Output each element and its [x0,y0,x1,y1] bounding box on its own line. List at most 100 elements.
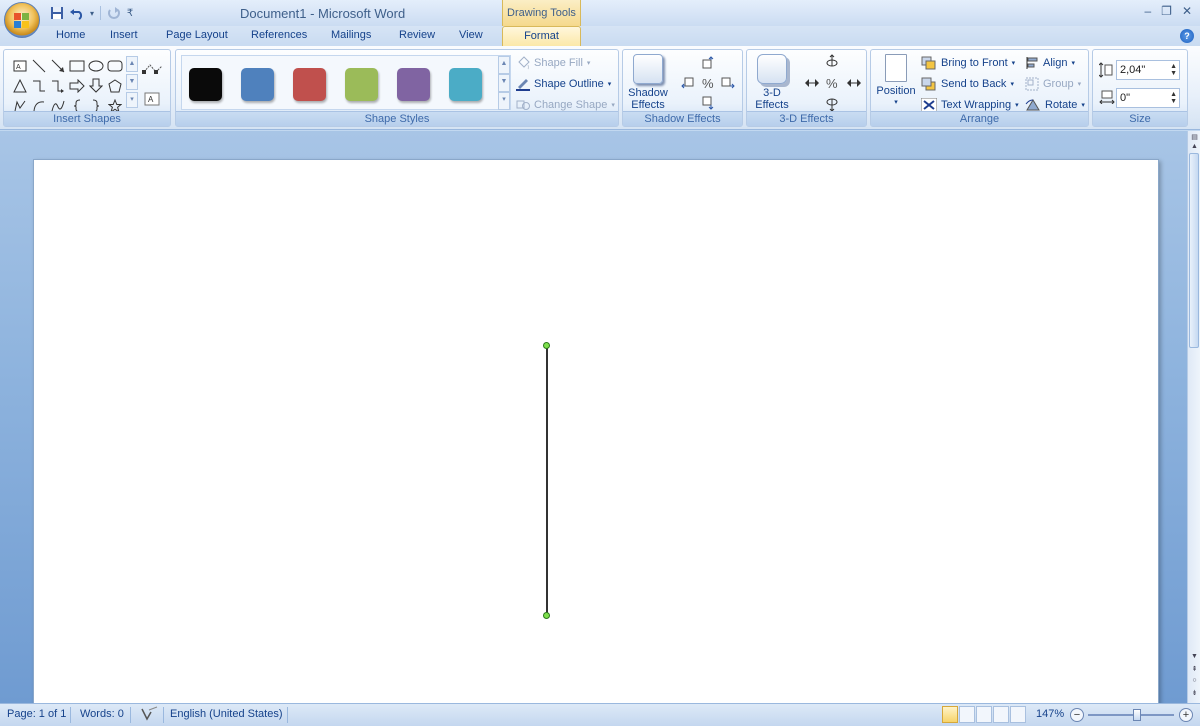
tab-insert[interactable]: Insert [110,29,138,41]
shadow-effects-button[interactable]: Shadow Effects [626,54,670,111]
ruler-toggle-icon[interactable]: ▤ [1188,133,1200,141]
line-shape-icon[interactable] [29,56,48,75]
triangle-shape-icon[interactable] [10,76,29,95]
group-label-shape-styles: Shape Styles [176,111,618,126]
nudge-shadow-up-icon[interactable] [701,56,715,73]
style-swatch-purple[interactable] [397,68,430,101]
save-icon[interactable] [48,4,66,22]
text-wrapping-label: Text Wrapping [941,99,1012,111]
down-arrow-shape-icon[interactable] [86,76,105,95]
zoom-out-icon[interactable]: − [1070,708,1084,722]
close-button[interactable]: ✕ [1182,4,1192,18]
elbow-connector-shape-icon[interactable] [29,76,48,95]
shapes-scroll-down-icon[interactable]: ▼ [126,74,138,90]
office-button[interactable] [4,2,40,38]
shadow-on-off-icon[interactable]: % [701,76,717,93]
undo-dropdown-icon[interactable]: ▾ [88,4,96,22]
status-bar: Page: 1 of 1 Words: 0 English (United St… [0,703,1200,726]
group-label-arrange: Arrange [871,111,1088,126]
tab-review[interactable]: Review [399,29,435,41]
text-box-shape-icon[interactable]: A [10,56,29,75]
undo-icon[interactable] [68,4,86,22]
previous-page-icon[interactable]: ⇞ [1188,665,1200,673]
group-button[interactable]: Group ▾ [1025,75,1081,93]
next-page-icon[interactable]: ⇟ [1188,689,1200,697]
draft-view-icon[interactable] [1010,706,1026,723]
text-wrapping-icon [921,98,937,112]
scroll-down-icon[interactable]: ▼ [1188,653,1200,660]
tilt-left-icon[interactable] [804,76,820,93]
page-count[interactable]: Page: 1 of 1 [7,708,66,720]
draw-text-box-icon[interactable]: A [144,92,160,109]
title-bar: ▾ ₹ Document1 - Microsoft Word Drawing T… [0,0,1200,38]
minimize-button[interactable]: – [1144,4,1151,18]
3d-effects-button[interactable]: 3-D Effects [750,54,794,111]
style-swatch-red[interactable] [293,68,326,101]
redo-icon[interactable] [105,4,123,22]
tab-mailings[interactable]: Mailings [331,29,371,41]
zoom-slider[interactable] [1088,714,1174,716]
drawing-tools-context-label: Drawing Tools [502,0,581,26]
selected-line-shape[interactable] [546,346,548,616]
rounded-rectangle-shape-icon[interactable] [105,56,124,75]
send-to-back-button[interactable]: Send to Back ▾ [921,75,1014,93]
shape-width-icon [1099,90,1115,107]
pentagon-shape-icon[interactable] [105,76,124,95]
shape-fill-button[interactable]: Shape Fill ▾ [516,54,590,72]
style-swatch-blue[interactable] [241,68,274,101]
full-screen-reading-view-icon[interactable] [959,706,975,723]
3d-on-off-icon[interactable]: % [825,76,841,93]
nudge-shadow-right-icon[interactable] [721,76,735,93]
shape-width-input[interactable]: 0" ▲ ▼ [1116,88,1180,108]
align-button[interactable]: Align ▾ [1025,54,1075,72]
right-arrow-shape-icon[interactable] [67,76,86,95]
arrow-shape-icon[interactable] [48,56,67,75]
shape-outline-button[interactable]: Shape Outline ▾ [516,75,611,93]
oval-shape-icon[interactable] [86,56,105,75]
zoom-slider-thumb[interactable] [1133,709,1141,721]
vertical-scrollbar[interactable]: ▤ ▲ ▼ ⇞ ○ ⇟ [1187,131,1200,703]
tab-home[interactable]: Home [56,29,85,41]
bring-to-front-button[interactable]: Bring to Front ▾ [921,54,1015,72]
zoom-in-icon[interactable]: + [1179,708,1193,722]
print-layout-view-icon[interactable] [942,706,958,723]
line-start-handle[interactable] [543,342,550,349]
line-end-handle[interactable] [543,612,550,619]
document-page[interactable] [33,159,1159,719]
nudge-shadow-left-icon[interactable] [681,76,695,93]
zoom-level[interactable]: 147% [1036,708,1064,720]
select-browse-object-icon[interactable]: ○ [1188,677,1200,684]
tab-page-layout[interactable]: Page Layout [166,29,228,41]
restore-button[interactable]: ❐ [1161,4,1172,18]
style-swatch-green[interactable] [345,68,378,101]
word-count[interactable]: Words: 0 [80,708,124,720]
language-indicator[interactable]: English (United States) [170,708,283,720]
shapes-scroll-up-icon[interactable]: ▲ [126,56,138,72]
style-swatch-cyan[interactable] [449,68,482,101]
elbow-arrow-shape-icon[interactable] [48,76,67,95]
tab-view[interactable]: View [459,29,483,41]
position-button[interactable]: Position ▾ [874,54,918,109]
tab-references[interactable]: References [251,29,307,41]
styles-scroll-up-icon[interactable]: ▲ [498,56,510,74]
edit-shape-icon[interactable] [142,62,164,79]
shape-height-input[interactable]: 2,04" ▲ ▼ [1116,60,1180,80]
styles-scroll-down-icon[interactable]: ▼ [498,74,510,92]
shapes-more-icon[interactable]: ▾ [126,92,138,108]
styles-more-icon[interactable]: ▾ [498,92,510,110]
style-swatch-black[interactable] [189,68,222,101]
customize-qat-icon[interactable]: ₹ [125,4,135,22]
shape-width-spinner-icon[interactable]: ▲ ▼ [1170,91,1177,105]
rectangle-shape-icon[interactable] [67,56,86,75]
scroll-up-icon[interactable]: ▲ [1188,143,1200,150]
tilt-right-icon[interactable] [846,76,862,93]
proofing-status-icon[interactable] [139,706,159,725]
web-layout-view-icon[interactable] [976,706,992,723]
tilt-up-icon[interactable] [825,54,839,73]
tab-format[interactable]: Format [502,26,581,47]
position-dropdown-icon: ▾ [894,99,898,106]
outline-view-icon[interactable] [993,706,1009,723]
help-icon[interactable]: ? [1180,29,1194,43]
shape-height-spinner-icon[interactable]: ▲ ▼ [1170,63,1177,77]
scrollbar-thumb[interactable] [1189,153,1199,348]
